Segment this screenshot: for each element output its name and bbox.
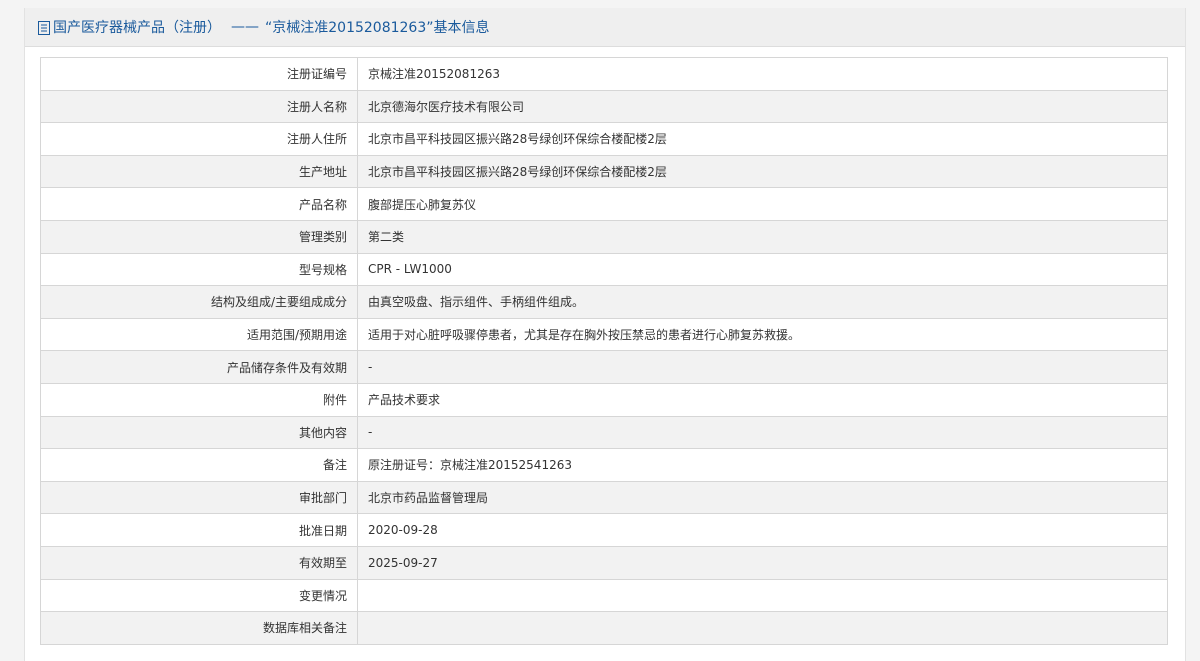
field-value: 北京市昌平科技园区振兴路28号绿创环保综合楼配楼2层 bbox=[357, 122, 1168, 156]
field-label: 审批部门 bbox=[40, 480, 358, 515]
table-row: 附件 产品技术要求 bbox=[40, 382, 1168, 417]
field-value: 产品技术要求 bbox=[357, 382, 1168, 417]
field-label: 数据库相关备注 bbox=[40, 611, 358, 645]
field-value: CPR - LW1000 bbox=[357, 252, 1168, 287]
field-label: 生产地址 bbox=[40, 154, 358, 189]
field-value: 北京德海尔医疗技术有限公司 bbox=[357, 89, 1168, 124]
field-label: 型号规格 bbox=[40, 252, 358, 287]
table-row: 注册人住所 北京市昌平科技园区振兴路28号绿创环保综合楼配楼2层 bbox=[40, 122, 1168, 156]
table-row: 注册证编号 京械注准20152081263 bbox=[40, 57, 1168, 91]
table-row: 管理类别 第二类 bbox=[40, 219, 1168, 254]
field-label: 产品名称 bbox=[40, 187, 358, 221]
field-value: - bbox=[357, 350, 1168, 384]
table-row: 审批部门 北京市药品监督管理局 bbox=[40, 480, 1168, 515]
field-value: 适用于对心脏呼吸骤停患者，尤其是存在胸外按压禁忌的患者进行心肺复苏救援。 bbox=[357, 317, 1168, 352]
field-label: 适用范围/预期用途 bbox=[40, 317, 358, 352]
field-label: 变更情况 bbox=[40, 578, 358, 613]
document-icon bbox=[38, 21, 50, 35]
field-label: 附件 bbox=[40, 382, 358, 417]
table-row: 产品名称 腹部提压心肺复苏仪 bbox=[40, 187, 1168, 221]
field-label: 其他内容 bbox=[40, 415, 358, 450]
table-row: 适用范围/预期用途 适用于对心脏呼吸骤停患者，尤其是存在胸外按压禁忌的患者进行心肺… bbox=[40, 317, 1168, 352]
field-value: 北京市昌平科技园区振兴路28号绿创环保综合楼配楼2层 bbox=[357, 154, 1168, 189]
field-value: 第二类 bbox=[357, 219, 1168, 254]
field-label: 结构及组成/主要组成成分 bbox=[40, 285, 358, 319]
table-row: 变更情况 bbox=[40, 578, 1168, 613]
table-row: 批准日期 2020-09-28 bbox=[40, 513, 1168, 547]
header-category: 国产医疗器械产品（注册） bbox=[53, 20, 221, 36]
panel-header: 国产医疗器械产品（注册） —— “京械注准20152081263”基本信息 bbox=[25, 8, 1185, 47]
table-row: 生产地址 北京市昌平科技园区振兴路28号绿创环保综合楼配楼2层 bbox=[40, 154, 1168, 189]
page-title: “京械注准20152081263”基本信息 bbox=[265, 20, 490, 36]
info-table: 注册证编号 京械注准20152081263 注册人名称 北京德海尔医疗技术有限公司 注册… bbox=[40, 57, 1168, 645]
field-label: 注册证编号 bbox=[40, 57, 358, 91]
field-value: 北京市药品监督管理局 bbox=[357, 480, 1168, 515]
field-label: 管理类别 bbox=[40, 219, 358, 254]
field-label: 批准日期 bbox=[40, 513, 358, 547]
field-value: 京械注准20152081263 bbox=[357, 57, 1168, 91]
table-row: 型号规格 CPR - LW1000 bbox=[40, 252, 1168, 287]
field-label: 注册人名称 bbox=[40, 89, 358, 124]
table-row: 备注 原注册证号：京械注准20152541263 bbox=[40, 448, 1168, 482]
table-row: 结构及组成/主要组成成分 由真空吸盘、指示组件、手柄组件组成。 bbox=[40, 285, 1168, 319]
detail-panel: 国产医疗器械产品（注册） —— “京械注准20152081263”基本信息 注册… bbox=[24, 8, 1186, 661]
table-row: 其他内容 - bbox=[40, 415, 1168, 450]
field-value: 2020-09-28 bbox=[357, 513, 1168, 547]
field-value: 由真空吸盘、指示组件、手柄组件组成。 bbox=[357, 285, 1168, 319]
table-row: 产品储存条件及有效期 - bbox=[40, 350, 1168, 384]
field-value: 2025-09-27 bbox=[357, 545, 1168, 580]
table-row: 注册人名称 北京德海尔医疗技术有限公司 bbox=[40, 89, 1168, 124]
field-label: 注册人住所 bbox=[40, 122, 358, 156]
field-value: 原注册证号：京械注准20152541263 bbox=[357, 448, 1168, 482]
field-value bbox=[357, 611, 1168, 645]
table-row: 数据库相关备注 bbox=[40, 611, 1168, 645]
field-label: 产品储存条件及有效期 bbox=[40, 350, 358, 384]
field-label: 有效期至 bbox=[40, 545, 358, 580]
field-label: 备注 bbox=[40, 448, 358, 482]
field-value: - bbox=[357, 415, 1168, 450]
header-separator: —— bbox=[231, 19, 259, 35]
table-row: 有效期至 2025-09-27 bbox=[40, 545, 1168, 580]
field-value: 腹部提压心肺复苏仪 bbox=[357, 187, 1168, 221]
field-value bbox=[357, 578, 1168, 613]
